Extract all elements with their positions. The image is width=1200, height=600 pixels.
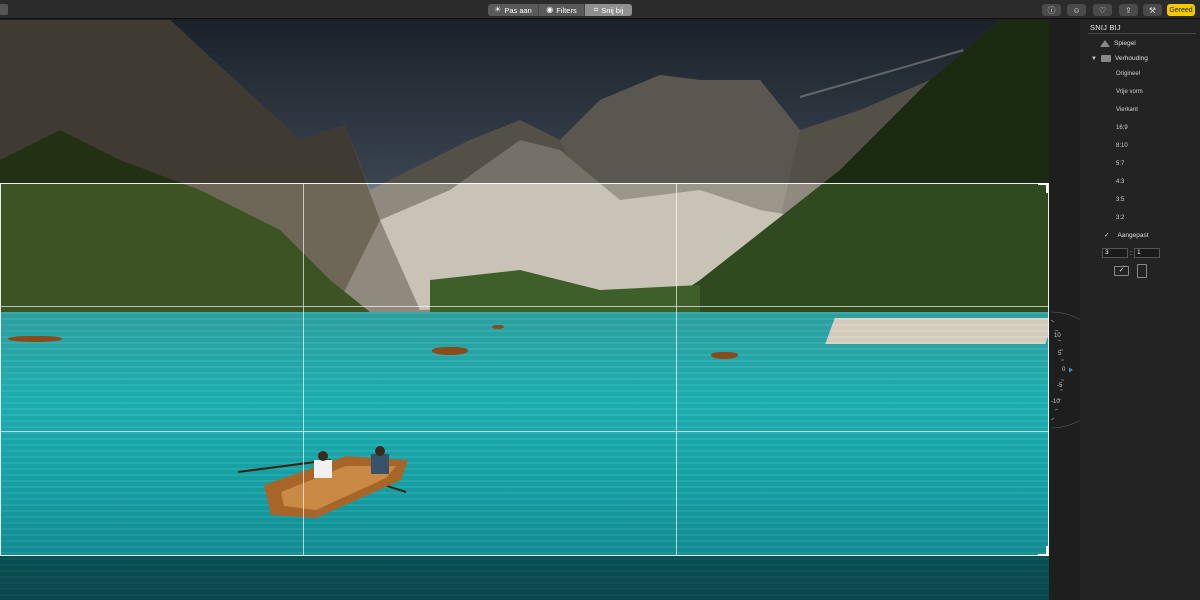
custom-width-field[interactable]: 3 [1102,248,1128,258]
ratio-separator: : [1130,249,1132,257]
emoji-icon: ☺ [1072,5,1081,15]
crop-grid-line [676,183,677,556]
tab-adjust-label: Pas aan [504,5,532,15]
info-button[interactable]: ⓘ [1042,4,1061,16]
dial-label: 10 [1054,333,1061,339]
crop-icon: ⌗ [593,5,599,14]
aspect-option-5-7[interactable]: 5:7 [1116,161,1124,167]
crop-grid-line [303,183,304,556]
aspect-option-freeform[interactable]: Vrije vorm [1116,89,1143,95]
aspect-ratio-toggle[interactable]: ▼ Verhouding [1091,55,1148,62]
dial-label: -5 [1057,383,1063,389]
heart-icon: ♡ [1098,5,1107,15]
panel-divider [1088,33,1196,34]
mirror-icon [1100,40,1110,47]
crop-frame[interactable] [0,183,1049,556]
aspect-ratio-icon [1101,55,1111,62]
tab-filters-label: Filters [556,5,577,15]
aspect-option-8-10[interactable]: 8:10 [1116,143,1128,149]
aspect-option-3-5[interactable]: 3:5 [1116,197,1124,203]
info-icon: ⓘ [1047,5,1056,15]
filter-icon: ◉ [546,5,554,14]
panel-title: SNIJ BIJ [1090,23,1121,32]
rotation-indicator-icon [1069,367,1073,373]
disclosure-triangle-icon: ▼ [1091,55,1097,62]
done-button[interactable]: Gereed [1167,4,1195,16]
aspect-ratio-label: Verhouding [1115,55,1148,62]
dial-label: 0 [1062,367,1066,373]
dial-label: 5 [1058,351,1062,357]
crop-mask-bottom [0,556,1049,600]
rotation-dial[interactable]: 10 5 0 -5 -10 [1049,310,1080,430]
landscape-orientation-button[interactable]: ✓ [1114,266,1129,276]
dial-label: -10 [1051,399,1060,405]
aspect-option-4-3[interactable]: 4:3 [1116,179,1124,185]
wand-icon: ⚒ [1148,5,1157,15]
tab-filters[interactable]: ◉ Filters [538,4,584,16]
share-icon: ⇪ [1125,5,1132,15]
crop-handle-bottom-right[interactable] [1038,546,1048,556]
crop-grid-line [0,431,1049,432]
aspect-option-original[interactable]: Origineel [1116,71,1140,77]
top-toolbar: ☀ Pas aan ◉ Filters ⌗ Snij bij ⓘ ☺ ♡ ⇪ ⚒… [0,0,1200,19]
checkmark-icon: ✓ [1118,267,1125,274]
back-button[interactable] [0,4,8,15]
auto-enhance-button[interactable]: ⚒ [1143,4,1162,16]
photo-canvas[interactable] [0,20,1049,600]
aspect-option-custom[interactable]: ✓ Aangepast [1104,231,1149,240]
crop-mask-top [0,20,1049,183]
emoji-button[interactable]: ☺ [1067,4,1086,16]
mirror-button[interactable]: Spiegel [1100,40,1136,47]
checkmark-icon: ✓ [1104,232,1110,239]
sun-icon: ☀ [494,5,502,14]
crop-grid-line [0,306,1049,307]
aspect-option-16-9[interactable]: 16:9 [1116,125,1128,131]
edit-mode-tabs: ☀ Pas aan ◉ Filters ⌗ Snij bij [488,4,632,16]
aspect-option-square[interactable]: Vierkant [1116,107,1138,113]
share-button[interactable]: ⇪ [1119,4,1138,16]
custom-ratio-inputs: 3 : 1 [1102,248,1160,258]
aspect-option-3-2[interactable]: 3:2 [1116,215,1124,221]
crop-handle-top-right[interactable] [1038,183,1048,193]
crop-side-panel: SNIJ BIJ Spiegel ▼ Verhouding Origineel … [1080,20,1200,600]
tab-crop-label: Snij bij [601,5,624,15]
custom-label: Aangepast [1117,231,1149,239]
tab-adjust[interactable]: ☀ Pas aan [488,4,538,16]
favorite-button[interactable]: ♡ [1093,4,1112,16]
mirror-label: Spiegel [1114,40,1136,47]
portrait-orientation-button[interactable] [1137,264,1147,278]
tab-crop[interactable]: ⌗ Snij bij [584,4,632,16]
custom-height-field[interactable]: 1 [1133,248,1160,258]
